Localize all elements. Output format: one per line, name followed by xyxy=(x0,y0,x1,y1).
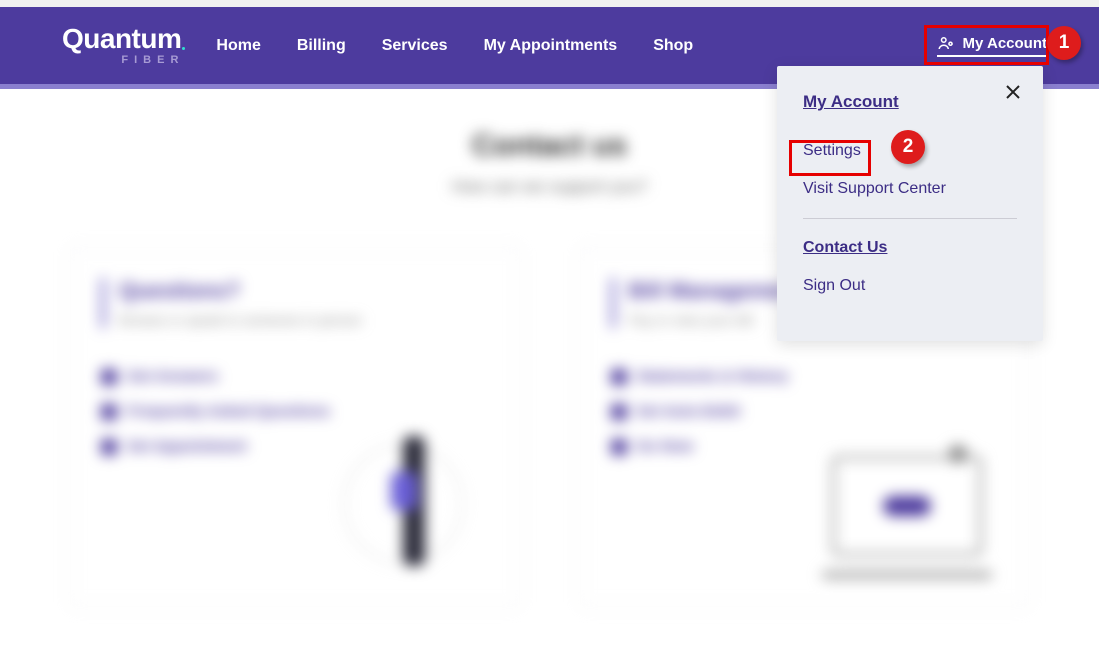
nav-home[interactable]: Home xyxy=(216,37,260,55)
nav-services[interactable]: Services xyxy=(382,37,448,55)
nav-shop[interactable]: Shop xyxy=(653,37,693,55)
person-illustration xyxy=(343,426,473,576)
dropdown-support[interactable]: Visit Support Center xyxy=(803,180,1017,198)
nav-appointments[interactable]: My Appointments xyxy=(484,37,618,55)
dropdown-title[interactable]: My Account xyxy=(803,92,1017,112)
logo[interactable]: Quantum FIBER xyxy=(62,25,186,66)
dropdown-contact[interactable]: Contact Us xyxy=(803,239,1017,257)
laptop-illustration xyxy=(822,456,992,576)
nav-links: Home Billing Services My Appointments Sh… xyxy=(216,37,693,55)
user-gear-icon xyxy=(937,34,955,52)
annotation-badge-2: 2 xyxy=(891,130,925,164)
annotation-badge-1: 1 xyxy=(1047,26,1081,60)
my-account-label: My Account xyxy=(963,35,1047,52)
dropdown-divider xyxy=(803,218,1017,219)
nav-billing[interactable]: Billing xyxy=(297,37,346,55)
card-questions: Questions? Browse or speak to someone in… xyxy=(70,247,520,607)
my-account-button[interactable]: My Account xyxy=(937,34,1047,57)
dropdown-signout[interactable]: Sign Out xyxy=(803,277,1017,295)
close-icon[interactable] xyxy=(1005,84,1021,105)
logo-main: Quantum xyxy=(62,25,186,53)
account-dropdown: My Account Settings Visit Support Center… xyxy=(777,66,1043,341)
logo-sub: FIBER xyxy=(121,55,186,66)
